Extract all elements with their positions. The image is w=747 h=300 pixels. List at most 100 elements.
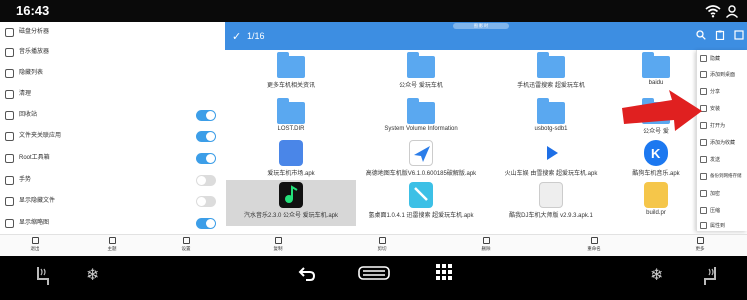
folder-link-icon xyxy=(5,132,14,141)
trash-icon xyxy=(482,237,490,244)
menu-item-add-desktop[interactable]: 添加到桌面 xyxy=(697,68,747,82)
file-name: System Volume Information xyxy=(384,126,458,132)
menu-item-send[interactable]: 发送 xyxy=(697,153,747,167)
star-icon xyxy=(700,139,707,146)
svg-text:K: K xyxy=(651,146,661,161)
file-item[interactable]: 氢桌面1.0.4.1 迅雷搜索 超爱玩车机.apk xyxy=(356,180,486,226)
menu-item-label: 添加到桌面 xyxy=(710,72,736,78)
notification-pill[interactable]: 图 影 时 xyxy=(453,23,509,29)
context-menu: 隐藏 添加到桌面 分享 安装 打开为 添加为收藏 发送 备份到网络存储 加密 压… xyxy=(696,50,747,231)
file-grid: 更多车机相关资讯 公众号 爱玩车机 手机迅雷搜索 超爱玩车机 baidu LOS… xyxy=(225,50,747,234)
menu-folder-assoc[interactable]: 文件夹关联应用 xyxy=(0,126,225,148)
cut-button[interactable]: 剪切 xyxy=(362,237,402,255)
menu-thumbnails[interactable]: 显示缩略图 xyxy=(0,213,225,235)
cloud-icon xyxy=(700,173,707,180)
apps-grid-icon[interactable] xyxy=(436,264,452,280)
menu-item-label: 加密 xyxy=(710,191,721,197)
file-item[interactable]: 公众号 爱玩车机 xyxy=(356,50,486,96)
menu-disk-analyzer[interactable]: 磁盘分析器 xyxy=(0,22,225,44)
user-icon[interactable] xyxy=(725,4,739,18)
folder-assoc-toggle[interactable] xyxy=(196,131,216,142)
file-item[interactable]: 火山车娱 由雪搜索 超爱玩车机.apk xyxy=(486,138,616,184)
file-name: 酷我DJ车机大师版 v2.9.3.apk.1 xyxy=(509,213,593,219)
menu-item-label: 发送 xyxy=(710,157,721,163)
root-icon xyxy=(5,154,14,163)
select-all-icon[interactable] xyxy=(734,30,744,40)
nav-label: 主题 xyxy=(107,246,117,251)
menu-item-favorite[interactable]: 添加为收藏 xyxy=(697,136,747,150)
file-item[interactable]: 爱玩车机市场.apk xyxy=(226,138,356,184)
settings-panel: 磁盘分析器 音乐播放器 隐藏列表 清理 回收站 文件夹关联应用 Root工具箱 … xyxy=(0,22,225,234)
clipboard-icon[interactable] xyxy=(715,30,725,40)
root-tools-toggle[interactable] xyxy=(196,153,216,164)
file-item[interactable]: build.pr xyxy=(616,180,696,226)
music-app-icon xyxy=(277,182,305,208)
menu-item-properties[interactable]: 属性到 xyxy=(697,219,747,233)
gesture-toggle[interactable] xyxy=(196,175,216,186)
exit-button[interactable]: 退出 xyxy=(15,237,55,255)
fan-right-icon[interactable]: ❄ xyxy=(650,265,663,285)
menu-item-encrypt[interactable]: 加密 xyxy=(697,187,747,201)
nav-label: 剪切 xyxy=(377,246,387,251)
menu-music-player[interactable]: 音乐播放器 xyxy=(0,42,225,64)
hide-icon xyxy=(700,55,707,62)
app-market-icon xyxy=(277,140,305,166)
check-icon[interactable]: ✓ xyxy=(232,30,241,43)
copy-icon xyxy=(274,237,282,244)
file-name: build.pr xyxy=(646,210,666,216)
document-icon xyxy=(642,182,670,208)
menu-item-backup[interactable]: 备份到网络存储 xyxy=(697,170,747,184)
menu-item-compress[interactable]: 压缩 xyxy=(697,204,747,218)
bottom-toolbar: 退出 主题 设置 复制 剪切 删除 重命名 更多 xyxy=(0,234,747,256)
theme-button[interactable]: 主题 xyxy=(92,237,132,255)
menu-clean[interactable]: 清理 xyxy=(0,84,225,106)
nav-label: 重命名 xyxy=(587,246,601,251)
nav-label: 更多 xyxy=(695,246,705,251)
desktop-icon xyxy=(700,71,707,78)
search-icon[interactable] xyxy=(696,30,706,40)
menu-item-hide[interactable]: 隐藏 xyxy=(697,52,747,66)
file-item[interactable]: LOST.DIR xyxy=(226,96,356,142)
thumbnails-toggle[interactable] xyxy=(196,218,216,229)
file-name: 更多车机相关资讯 xyxy=(266,83,315,89)
file-item[interactable]: 更多车机相关资讯 xyxy=(226,50,356,96)
fan-left-icon[interactable]: ❄ xyxy=(86,265,99,285)
shirt-icon xyxy=(108,237,116,244)
menu-label: 磁盘分析器 xyxy=(19,29,50,35)
more-button[interactable]: 更多 xyxy=(680,237,720,255)
launcher-app-icon xyxy=(407,182,435,208)
seat-heat-right-icon[interactable] xyxy=(700,265,720,287)
file-name: 高德地图车机版V6.1.0.600185破解版.apk xyxy=(365,171,477,177)
gesture-icon xyxy=(5,176,14,185)
menu-show-hidden[interactable]: 显示隐藏文件 xyxy=(0,191,225,213)
wifi-icon xyxy=(705,5,721,18)
menu-hidden-list[interactable]: 隐藏列表 xyxy=(0,63,225,85)
rename-button[interactable]: 重命名 xyxy=(574,237,614,255)
file-item[interactable]: 高德地图车机版V6.1.0.600185破解版.apk xyxy=(356,138,486,184)
show-hidden-toggle[interactable] xyxy=(196,196,216,207)
nav-label: 设置 xyxy=(181,246,191,251)
more-icon xyxy=(696,237,704,244)
file-item-selected[interactable]: 汽水音乐2.3.0 公众号 爱玩车机.apk xyxy=(226,180,356,226)
nav-label: 删除 xyxy=(481,246,491,251)
settings-button[interactable]: 设置 xyxy=(166,237,206,255)
car-grille-icon[interactable] xyxy=(358,264,390,282)
back-icon[interactable] xyxy=(298,265,316,281)
hidden-icon xyxy=(5,69,14,78)
copy-button[interactable]: 复制 xyxy=(258,237,298,255)
file-item[interactable]: System Volume Information xyxy=(356,96,486,142)
seat-heat-icon[interactable] xyxy=(33,265,53,287)
delete-button[interactable]: 删除 xyxy=(466,237,506,255)
file-item[interactable]: 酷我DJ车机大师版 v2.9.3.apk.1 xyxy=(486,180,616,226)
file-header: ✓ 1/16 图 影 时 xyxy=(225,22,747,50)
menu-recycle-bin[interactable]: 回收站 xyxy=(0,105,225,127)
menu-root-tools[interactable]: Root工具箱 xyxy=(0,148,225,170)
menu-gesture[interactable]: 手势 xyxy=(0,170,225,192)
video-app-icon xyxy=(537,140,565,166)
file-item[interactable]: usbotg-sdb1 xyxy=(486,96,616,142)
red-arrow-annotation xyxy=(622,90,702,131)
headphones-icon xyxy=(5,48,14,57)
file-item[interactable]: 手机迅雷搜索 超爱玩车机 xyxy=(486,50,616,96)
recycle-bin-toggle[interactable] xyxy=(196,110,216,121)
file-item[interactable]: K 酷狗车机音乐.apk xyxy=(616,138,696,184)
